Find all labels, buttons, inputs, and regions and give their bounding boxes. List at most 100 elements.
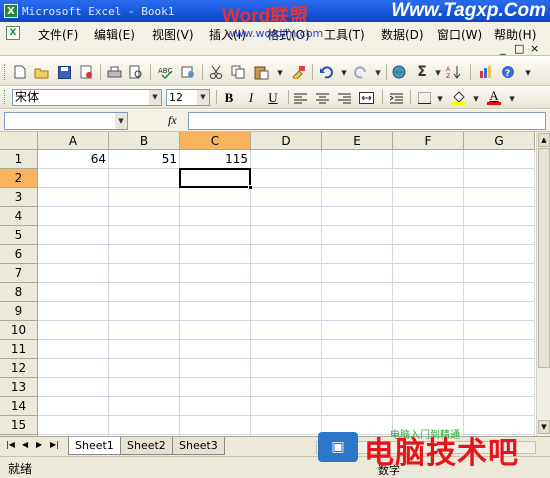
permission-icon[interactable] xyxy=(78,64,94,80)
row-header-6[interactable]: 6 xyxy=(0,245,38,264)
font-name-select[interactable]: 宋体 ▼ xyxy=(12,89,162,106)
active-cell-border[interactable] xyxy=(179,168,251,188)
minimize-window-button[interactable]: _ xyxy=(500,42,506,55)
research-icon[interactable] xyxy=(180,64,196,80)
close-window-button[interactable]: × xyxy=(530,42,539,55)
grid-line xyxy=(38,187,535,188)
menu-view[interactable]: 视图(V) xyxy=(152,26,194,43)
row-header-5[interactable]: 5 xyxy=(0,226,38,245)
chart-wizard-icon[interactable] xyxy=(478,64,494,80)
chevron-down-icon[interactable]: ▼ xyxy=(149,90,161,105)
column-header-e[interactable]: E xyxy=(322,132,393,150)
align-center-icon[interactable] xyxy=(314,90,330,106)
row-header-3[interactable]: 3 xyxy=(0,188,38,207)
font-size-select[interactable]: 12 ▼ xyxy=(166,89,210,106)
column-header-f[interactable]: F xyxy=(393,132,464,150)
row-header-15[interactable]: 15 xyxy=(0,416,38,435)
borders-dropdown-icon[interactable]: ▾ xyxy=(432,90,448,106)
scroll-up-icon[interactable]: ▲ xyxy=(538,133,550,147)
column-header-g[interactable]: G xyxy=(464,132,535,150)
fill-color-dropdown-icon[interactable]: ▾ xyxy=(468,90,484,106)
row-header-11[interactable]: 11 xyxy=(0,340,38,359)
row-header-4[interactable]: 4 xyxy=(0,207,38,226)
sheet-tab-sheet2[interactable]: Sheet2 xyxy=(120,437,173,455)
row-header-2[interactable]: 2 xyxy=(0,169,38,188)
row-header-13[interactable]: 13 xyxy=(0,378,38,397)
underline-button[interactable]: U xyxy=(264,90,282,106)
sheet-tab-sheet1[interactable]: Sheet1 xyxy=(68,437,121,455)
redo-dropdown-icon[interactable]: ▾ xyxy=(370,64,386,80)
hyperlink-icon[interactable] xyxy=(392,64,408,80)
print-preview-icon[interactable] xyxy=(128,64,144,80)
menu-data[interactable]: 数据(D) xyxy=(381,26,424,43)
paste-icon[interactable] xyxy=(254,64,270,80)
fill-handle[interactable] xyxy=(248,185,253,190)
cut-icon[interactable] xyxy=(208,64,224,80)
borders-icon[interactable] xyxy=(416,90,432,106)
open-icon[interactable] xyxy=(34,64,50,80)
sheet-tab-sheet3[interactable]: Sheet3 xyxy=(172,437,225,455)
indent-icon[interactable] xyxy=(388,90,404,106)
row-header-7[interactable]: 7 xyxy=(0,264,38,283)
column-header-b[interactable]: B xyxy=(109,132,180,150)
paste-dropdown-icon[interactable]: ▾ xyxy=(272,64,288,80)
menu-window[interactable]: 窗口(W) xyxy=(437,26,482,43)
scroll-thumb[interactable] xyxy=(538,148,550,368)
undo-dropdown-icon[interactable]: ▾ xyxy=(336,64,352,80)
font-color-dropdown-icon[interactable]: ▾ xyxy=(504,90,520,106)
redo-icon[interactable] xyxy=(352,64,368,80)
copy-icon[interactable] xyxy=(230,64,246,80)
chevron-down-icon[interactable]: ▼ xyxy=(197,90,209,105)
column-header-c[interactable]: C xyxy=(180,132,251,150)
print-icon[interactable] xyxy=(106,64,122,80)
merge-center-icon[interactable] xyxy=(358,90,374,106)
new-icon[interactable] xyxy=(12,64,28,80)
name-box[interactable]: ▼ xyxy=(4,112,128,130)
insert-function-icon[interactable]: fx xyxy=(168,113,177,128)
toolbar-grip[interactable] xyxy=(4,90,7,104)
fill-color-icon[interactable] xyxy=(450,90,466,106)
row-header-8[interactable]: 8 xyxy=(0,283,38,302)
restore-window-button[interactable]: □ xyxy=(514,42,524,55)
formula-input[interactable] xyxy=(188,112,546,130)
toolbar-separator xyxy=(470,64,471,80)
help-icon[interactable]: ? xyxy=(500,64,516,80)
next-sheet-icon[interactable]: ▶ xyxy=(36,440,42,449)
row-header-10[interactable]: 10 xyxy=(0,321,38,340)
workbook-icon[interactable]: X xyxy=(6,26,20,40)
toolbar-grip[interactable] xyxy=(4,64,7,80)
cell-a1[interactable]: 64 xyxy=(38,150,109,168)
column-header-d[interactable]: D xyxy=(251,132,322,150)
prev-sheet-icon[interactable]: ◀ xyxy=(22,440,28,449)
autosum-dropdown-icon[interactable]: ▾ xyxy=(430,64,446,80)
row-header-9[interactable]: 9 xyxy=(0,302,38,321)
column-header-a[interactable]: A xyxy=(38,132,109,150)
align-right-icon[interactable] xyxy=(336,90,352,106)
bold-button[interactable]: B xyxy=(220,90,238,106)
menu-file[interactable]: 文件(F) xyxy=(38,26,78,43)
align-left-icon[interactable] xyxy=(292,90,308,106)
menu-help[interactable]: 帮助(H) xyxy=(494,26,536,43)
sort-ascending-icon[interactable]: AZ xyxy=(446,64,462,80)
menu-tools[interactable]: 工具(T) xyxy=(324,26,365,43)
undo-icon[interactable] xyxy=(318,64,334,80)
select-all-corner[interactable] xyxy=(0,132,38,150)
save-icon[interactable] xyxy=(56,64,72,80)
row-header-12[interactable]: 12 xyxy=(0,359,38,378)
spelling-icon[interactable]: ABC xyxy=(158,64,174,80)
cell-c1[interactable]: 115 xyxy=(180,150,251,168)
first-sheet-icon[interactable]: |◀ xyxy=(6,440,15,449)
vertical-scrollbar[interactable]: ▲ ▼ xyxy=(536,132,550,436)
cell-b1[interactable]: 51 xyxy=(109,150,180,168)
font-color-icon[interactable]: A xyxy=(486,88,502,106)
autosum-icon[interactable]: Σ xyxy=(414,64,430,80)
row-header-1[interactable]: 1 xyxy=(0,150,38,169)
chevron-down-icon[interactable]: ▼ xyxy=(115,113,127,129)
row-header-14[interactable]: 14 xyxy=(0,397,38,416)
last-sheet-icon[interactable]: ▶| xyxy=(50,440,59,449)
menu-edit[interactable]: 编辑(E) xyxy=(94,26,135,43)
italic-button[interactable]: I xyxy=(242,90,260,106)
toolbar-options-icon[interactable]: ▾ xyxy=(520,64,536,80)
worksheet-grid[interactable]: ABCDEFG123456789101112131415166451115 xyxy=(0,132,536,436)
format-painter-icon[interactable] xyxy=(290,64,306,80)
